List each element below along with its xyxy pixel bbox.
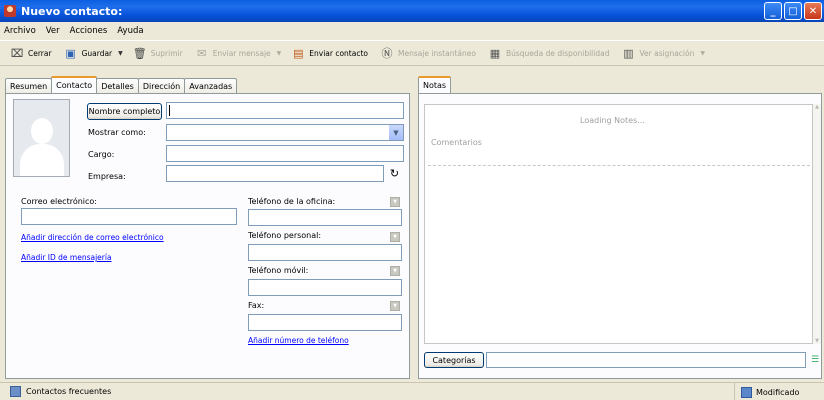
toolbar: ⌧ Cerrar ▣ Guardar ▼ 🗑 Suprimir ✉ Enviar… [0,40,824,66]
mostrar-como-label: Mostrar como: [88,128,146,137]
fax-dropdown-icon[interactable]: ▼ [390,301,400,311]
save-disk-icon: ▣ [65,46,76,60]
tab-notas[interactable]: Notas [418,76,452,93]
person-silhouette-icon [31,118,53,144]
menu-bar: Archivo Ver Acciones Ayuda [0,22,824,39]
enviar-contacto-button[interactable]: ▤ Enviar contacto [291,46,368,60]
text-cursor [169,105,170,116]
tel-personal-dropdown-icon[interactable]: ▼ [390,232,400,242]
minimize-button[interactable]: _ [764,2,782,20]
empresa-input[interactable] [166,165,384,182]
mensaje-instantaneo-label: Mensaje instantáneo [398,48,476,58]
title-bar: Nuevo contacto: _ □ ✕ [0,0,824,22]
add-phone-link[interactable]: Añadir número de teléfono [248,336,349,345]
company-lookup-arrow-icon[interactable]: ↻ [387,165,402,182]
scroll-up-icon[interactable]: ▲ [815,104,819,110]
contact-tabs: Resumen Contacto Detalles Dirección Avan… [5,76,238,93]
enviar-mensaje-button[interactable]: ✉ Enviar mensaje [195,46,271,60]
tab-detalles[interactable]: Detalles [96,78,139,93]
mostrar-como-select[interactable]: ▼ [166,124,404,141]
tel-movil-input[interactable] [248,279,402,296]
nombre-completo-button[interactable]: Nombre completo [87,103,162,120]
maximize-button[interactable]: □ [784,2,802,20]
menu-archivo[interactable]: Archivo [4,26,36,36]
contact-card-icon: ▤ [293,46,304,60]
calendar-search-icon: ▦ [489,46,501,60]
email-input[interactable] [21,208,237,225]
mensaje-instantaneo-button[interactable]: Ⓝ Mensaje instantáneo [380,46,476,60]
tel-oficina-label: Teléfono de la oficina: [248,197,336,206]
contacts-folder-icon [10,386,21,397]
notes-scrollbar[interactable]: ▲ ▼ [813,104,821,344]
guardar-button[interactable]: ▣ Guardar [64,46,113,60]
tab-contacto[interactable]: Contacto [51,76,98,93]
ver-asignacion-button[interactable]: ▥ Ver asignación [621,46,694,60]
status-left-text: Contactos frecuentes [26,387,112,396]
cargo-label: Cargo: [88,150,115,159]
close-x-icon: ⌧ [10,46,24,60]
tel-personal-label: Teléfono personal: [248,231,322,240]
status-bar: Contactos frecuentes Modificado [0,382,824,400]
cerrar-button[interactable]: ⌧ Cerrar [10,46,52,60]
comentarios-placeholder: Comentarios [431,138,482,147]
contact-photo[interactable] [13,99,70,177]
busqueda-label: Búsqueda de disponibilidad [505,48,610,58]
fax-label: Fax: [248,301,265,310]
empresa-label: Empresa: [88,172,126,181]
categories-input[interactable] [486,352,806,368]
scroll-down-icon[interactable]: ▼ [815,338,819,344]
ver-asignacion-label: Ver asignación [639,48,695,58]
cerrar-label: Cerrar [28,48,52,58]
window-title: Nuevo contacto: [21,4,123,18]
cargo-input[interactable] [166,145,404,162]
busqueda-disponibilidad-button[interactable]: ▦ Búsqueda de disponibilidad [488,46,610,60]
guardar-label: Guardar [81,48,113,58]
map-icon: ▥ [623,46,634,60]
enviar-mensaje-label: Enviar mensaje [212,48,271,58]
suprimir-label: Suprimir [150,48,183,58]
enviar-contacto-label: Enviar contacto [309,48,368,58]
category-list-icon[interactable]: ☰ [811,355,819,365]
enviar-mensaje-dropdown-arrow-icon[interactable]: ▼ [277,50,282,57]
add-email-link[interactable]: Añadir dirección de correo electrónico [21,233,164,242]
contact-app-icon [4,5,16,17]
guardar-dropdown-arrow-icon[interactable]: ▼ [118,50,123,57]
menu-ver[interactable]: Ver [46,26,60,36]
envelope-icon: ✉ [197,46,207,60]
tab-avanzadas[interactable]: Avanzadas [184,78,238,93]
correo-label: Correo electrónico: [21,197,97,206]
fax-input[interactable] [248,314,402,331]
full-name-input[interactable] [166,102,404,119]
ver-asignacion-dropdown-arrow-icon[interactable]: ▼ [700,50,705,57]
chevron-down-icon[interactable]: ▼ [388,125,403,140]
menu-ayuda[interactable]: Ayuda [117,26,143,36]
categorias-button[interactable]: Categorías [424,352,484,368]
tel-movil-label: Teléfono móvil: [248,266,309,275]
instant-message-icon: Ⓝ [381,47,393,60]
trash-icon: 🗑 [132,46,147,60]
menu-acciones[interactable]: Acciones [70,26,108,36]
tel-oficina-dropdown-icon[interactable]: ▼ [390,197,400,207]
tel-oficina-input[interactable] [248,209,402,226]
tel-personal-input[interactable] [248,244,402,261]
notes-tabs: Notas [418,76,452,93]
status-right-text: Modificado [756,387,800,397]
modified-disk-icon [741,386,752,398]
notes-divider [428,165,810,166]
loading-notes-text: Loading Notes... [580,116,645,125]
notes-area[interactable] [424,104,813,344]
tel-movil-dropdown-icon[interactable]: ▼ [390,266,400,276]
suprimir-button[interactable]: 🗑 Suprimir [133,46,183,60]
close-window-button[interactable]: ✕ [804,2,822,20]
add-im-link[interactable]: Añadir ID de mensajería [21,253,112,262]
tab-direccion[interactable]: Dirección [137,78,186,93]
tab-resumen[interactable]: Resumen [5,78,53,93]
